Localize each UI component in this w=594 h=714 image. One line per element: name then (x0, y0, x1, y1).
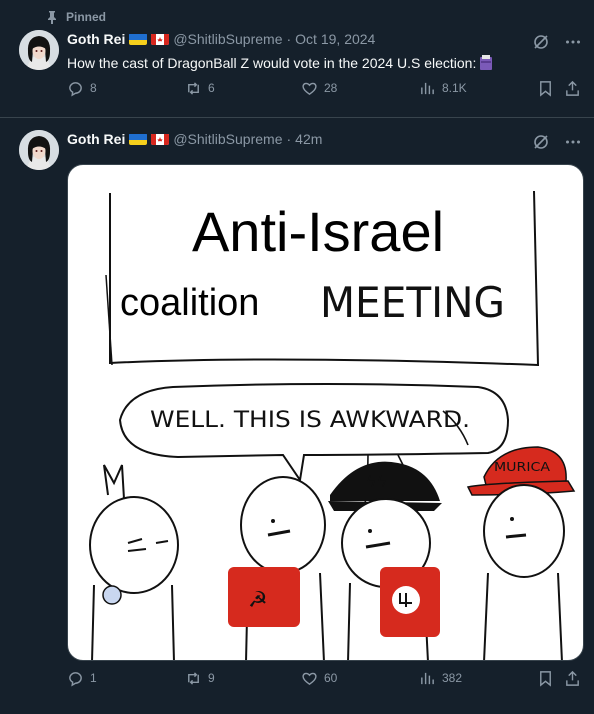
view-count: 8.1K (442, 81, 467, 95)
bookmark-icon (540, 80, 551, 97)
pinned-label: Pinned (66, 10, 107, 24)
like-count: 28 (324, 81, 338, 95)
share-icon (566, 670, 579, 686)
ukraine-flag-icon (129, 33, 148, 45)
meme-illustration: Anti-Israel coalition MEETING WELL. THIS… (89, 190, 576, 660)
meme-speech-text: WELL. THIS IS AWKWARD. (150, 408, 470, 433)
like-count: 60 (324, 671, 338, 685)
ukraine-flag-icon (129, 133, 148, 145)
views-button[interactable]: 8.1K (419, 80, 467, 97)
more-icon[interactable] (564, 33, 582, 51)
cap-insignia: ϟϟ (366, 472, 387, 491)
views-icon (421, 82, 434, 94)
handle[interactable]: @ShitlibSupreme (173, 131, 282, 147)
like-button[interactable]: 60 (301, 670, 337, 687)
pinned-indicator: Pinned (46, 10, 106, 24)
avatar[interactable] (19, 30, 59, 70)
meme-title-line2: coalition (120, 282, 259, 324)
tweet-header: Goth Rei @ShitlibSupreme · 42m (67, 131, 322, 147)
avatar-image (19, 130, 59, 170)
separator: · (286, 31, 292, 47)
grok-icon[interactable] (532, 133, 550, 151)
like-icon (302, 672, 317, 685)
avatar[interactable] (19, 130, 59, 170)
bookmark-icon (540, 670, 551, 687)
share-button[interactable] (564, 670, 581, 687)
tweet-text-content: How the cast of DragonBall Z would vote … (67, 55, 477, 71)
hammer-sickle-icon: ☭ (248, 588, 268, 613)
share-icon (566, 80, 579, 96)
meme-image[interactable]: Anti-Israel coalition MEETING WELL. THIS… (67, 164, 584, 661)
tweet[interactable]: Goth Rei @ShitlibSupreme · 42m Anti-Isra… (0, 118, 594, 714)
timestamp[interactable]: Oct 19, 2024 (295, 31, 375, 47)
reply-icon (69, 671, 82, 686)
views-icon (421, 672, 434, 684)
display-name[interactable]: Goth Rei (67, 31, 125, 47)
reply-count: 1 (90, 671, 97, 685)
meme-title-line1: Anti-Israel (192, 200, 444, 263)
header-actions (532, 33, 582, 51)
views-button[interactable]: 382 (419, 670, 462, 687)
display-name[interactable]: Goth Rei (67, 131, 125, 147)
header-actions (532, 133, 582, 151)
retweet-button[interactable]: 6 (185, 80, 215, 97)
bookmark-button[interactable] (537, 80, 554, 97)
hat-text: MURICA (494, 460, 551, 474)
retweet-icon (188, 81, 199, 95)
retweet-button[interactable]: 9 (185, 670, 215, 687)
separator: · (286, 131, 292, 147)
pin-icon (48, 11, 56, 24)
like-icon (302, 82, 317, 95)
canada-flag-icon (151, 133, 170, 145)
meme-title-hand: MEETING (320, 278, 505, 327)
like-button[interactable]: 28 (301, 80, 337, 97)
ballot-box-icon (480, 55, 493, 70)
bookmark-button[interactable] (537, 670, 554, 687)
reply-count: 8 (90, 81, 97, 95)
retweet-count: 9 (208, 671, 215, 685)
grok-icon[interactable] (532, 33, 550, 51)
retweet-icon (188, 671, 199, 685)
reply-button[interactable]: 8 (67, 80, 97, 97)
reply-button[interactable]: 1 (67, 670, 97, 687)
retweet-count: 6 (208, 81, 215, 95)
tweet-text: How the cast of DragonBall Z would vote … (67, 55, 493, 71)
view-count: 382 (442, 671, 463, 685)
handle[interactable]: @ShitlibSupreme (173, 31, 282, 47)
avatar-image (19, 30, 59, 70)
tweet-header: Goth Rei @ShitlibSupreme · Oct 19, 2024 (67, 31, 375, 47)
reply-icon (69, 81, 82, 96)
share-button[interactable] (564, 80, 581, 97)
pinned-tweet[interactable]: Pinned Goth Rei @ShitlibSupreme · Oct 19… (0, 0, 594, 118)
more-icon[interactable] (564, 133, 582, 151)
canada-flag-icon (151, 33, 170, 45)
timestamp[interactable]: 42m (295, 131, 322, 147)
